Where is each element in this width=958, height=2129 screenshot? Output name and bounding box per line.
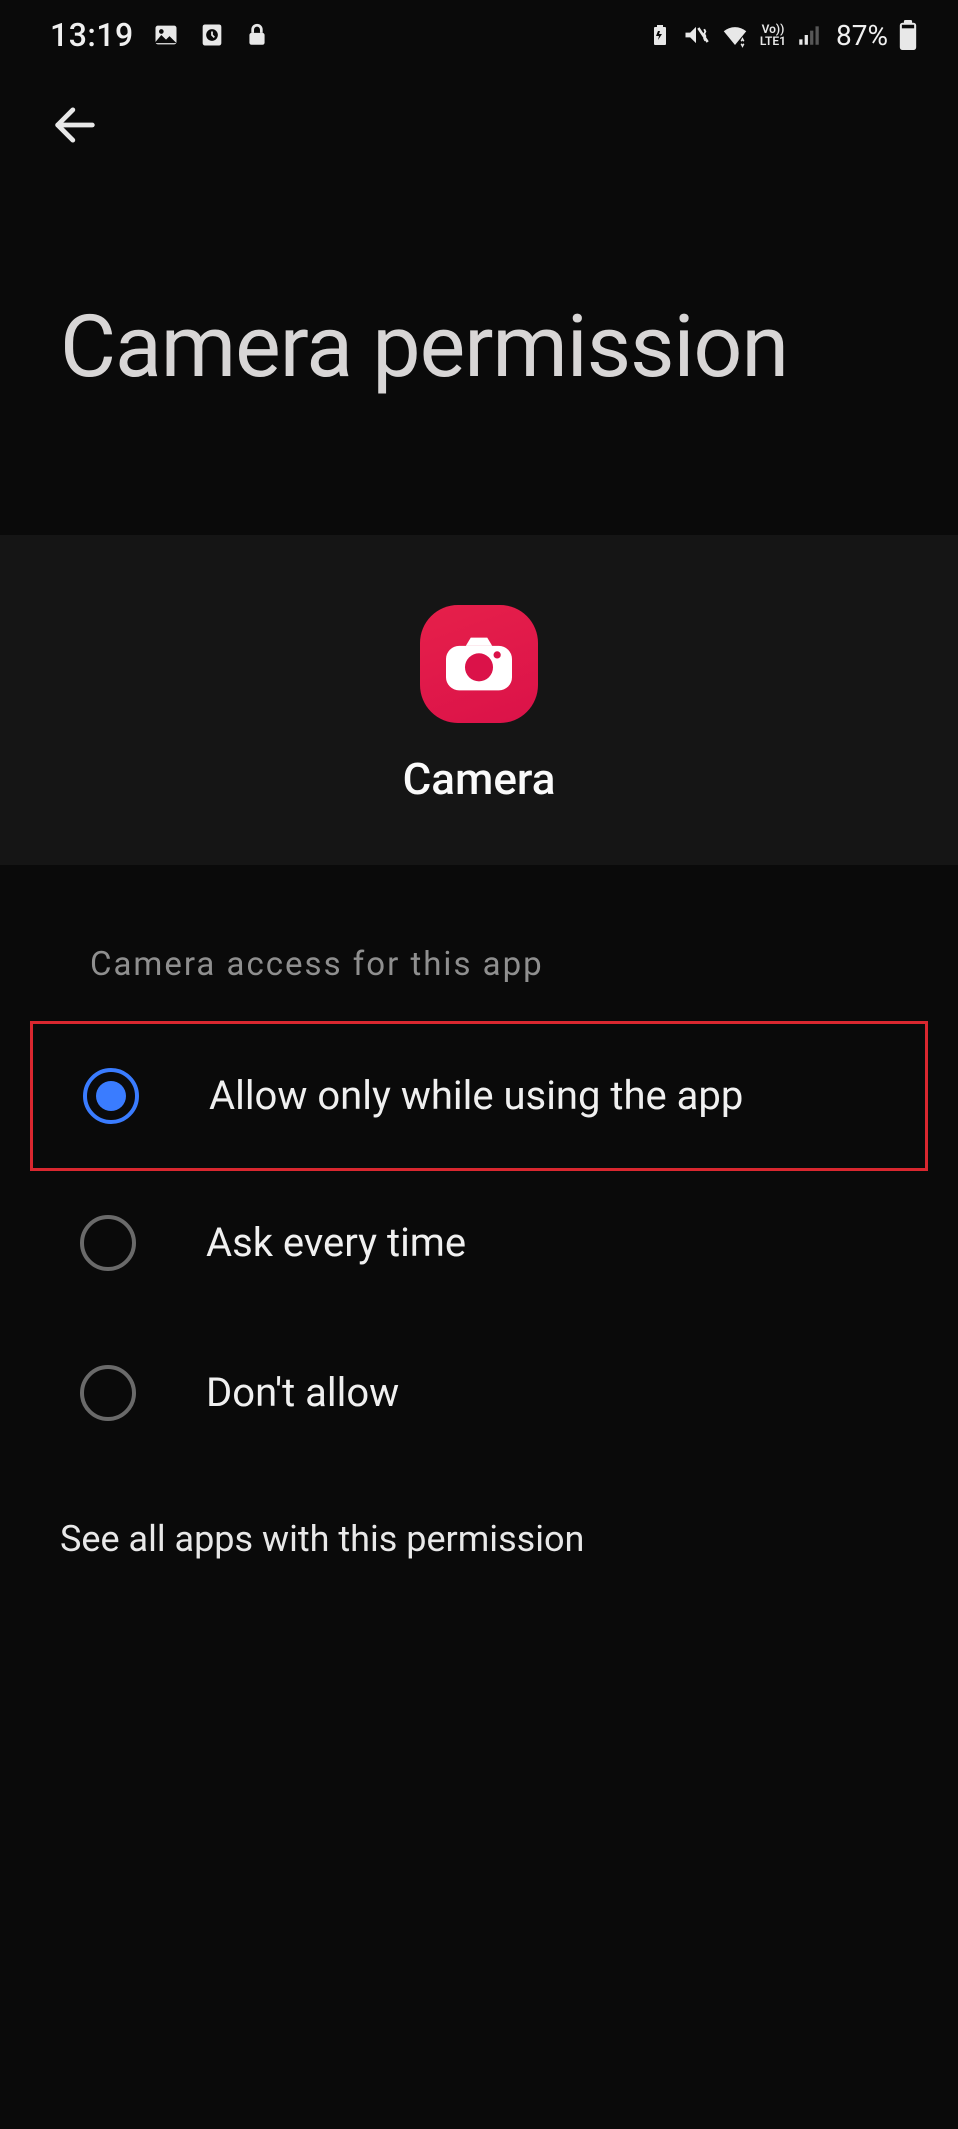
option-label: Ask every time <box>206 1219 466 1266</box>
battery-saver-icon <box>648 23 672 47</box>
radio-unselected-icon <box>80 1365 136 1421</box>
app-name: Camera <box>403 753 556 805</box>
mute-vibrate-icon <box>682 21 710 49</box>
arrow-left-icon <box>49 99 101 151</box>
battery-icon <box>898 20 918 50</box>
status-right: Vo)) LTE1 87% <box>648 19 918 52</box>
signal-icon <box>796 22 822 48</box>
permission-options-section: Camera access for this app Allow only wh… <box>0 865 958 1610</box>
clock-card-icon <box>198 21 226 49</box>
page-title: Camera permission <box>60 300 898 395</box>
radio-selected-icon <box>83 1068 139 1124</box>
lock-icon <box>244 22 270 48</box>
option-allow-while-using[interactable]: Allow only while using the app <box>30 1021 928 1171</box>
see-all-apps-link[interactable]: See all apps with this permission <box>0 1468 958 1610</box>
option-dont-allow[interactable]: Don't allow <box>0 1318 958 1468</box>
option-ask-every-time[interactable]: Ask every time <box>0 1168 958 1318</box>
option-label: Don't allow <box>206 1369 399 1416</box>
option-label: Allow only while using the app <box>209 1072 743 1119</box>
camera-app-icon <box>420 605 538 723</box>
section-label: Camera access for this app <box>0 945 958 1024</box>
radio-unselected-icon <box>80 1215 136 1271</box>
status-left: 13:19 <box>50 16 270 54</box>
wifi-icon <box>720 20 750 50</box>
picture-icon <box>152 21 180 49</box>
camera-icon <box>446 637 512 691</box>
volte-indicator: Vo)) LTE1 <box>760 23 786 47</box>
header-bar <box>0 70 958 180</box>
app-info-card: Camera <box>0 535 958 865</box>
status-time: 13:19 <box>50 16 134 54</box>
title-region: Camera permission <box>0 180 958 535</box>
battery-percent: 87% <box>836 19 888 52</box>
status-bar: 13:19 Vo)) LTE1 87% <box>0 0 958 70</box>
back-button[interactable] <box>40 90 110 160</box>
